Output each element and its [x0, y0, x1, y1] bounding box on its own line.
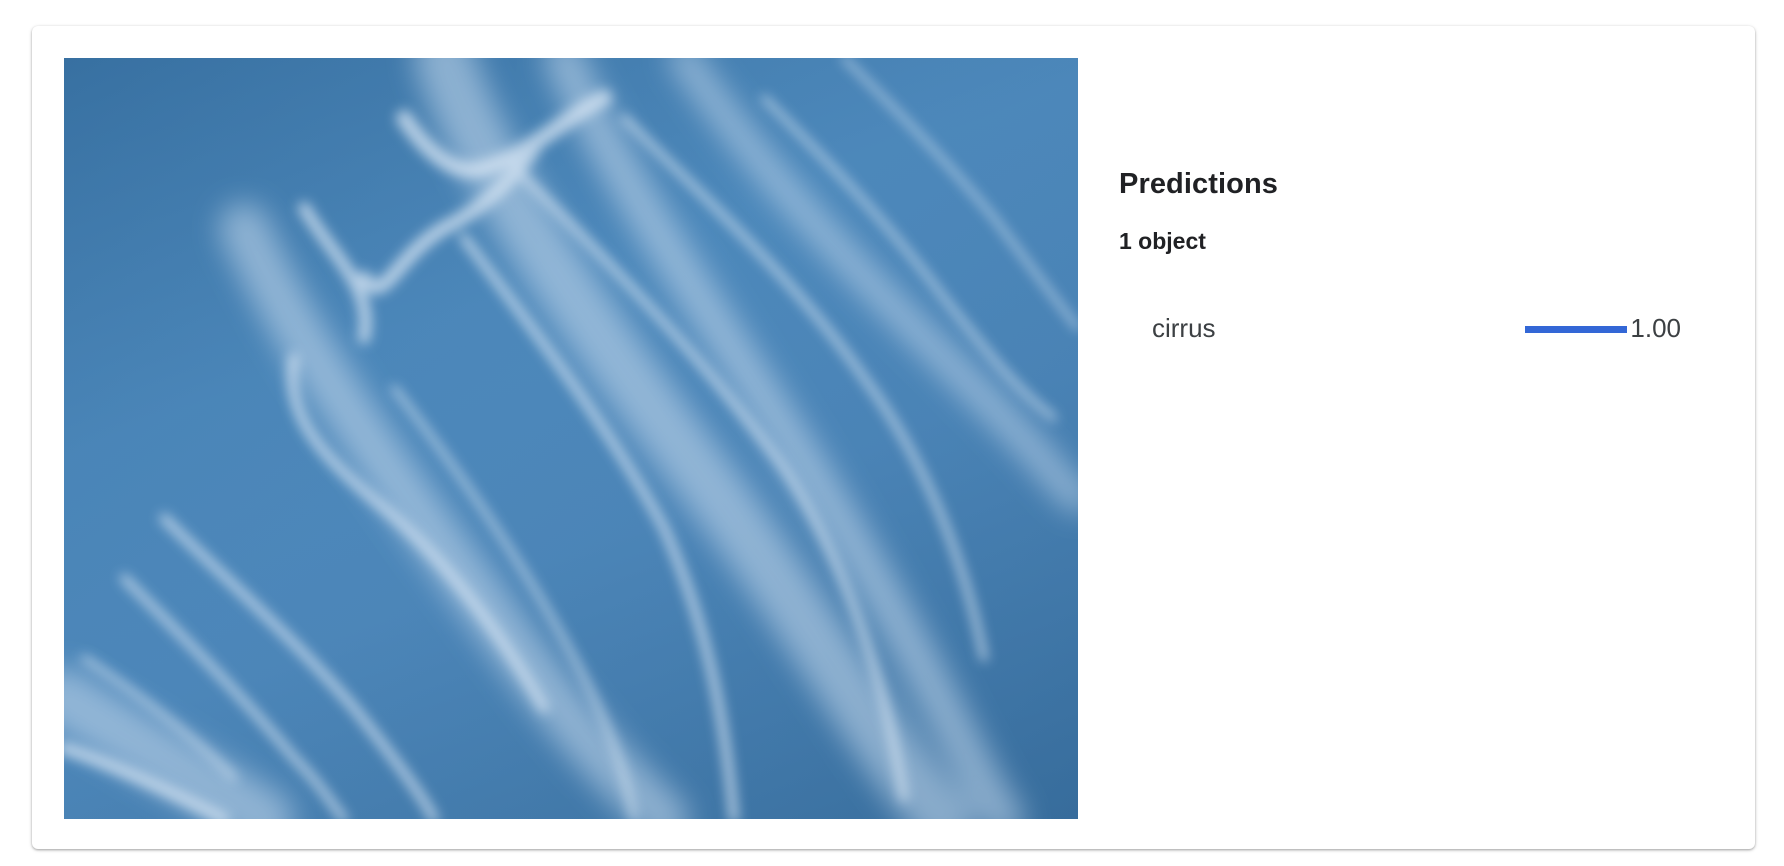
prediction-label: cirrus [1152, 313, 1216, 343]
object-count: 1 object [1119, 228, 1206, 254]
confidence-score: 1.00 [1630, 313, 1681, 343]
prediction-card: Predictions 1 object cirrus 1.00 [32, 26, 1755, 849]
predictions-title: Predictions [1119, 168, 1279, 200]
input-image [64, 58, 1078, 819]
confidence-bar [1525, 326, 1627, 333]
predictions-panel: Predictions 1 object cirrus 1.00 [1119, 58, 1729, 819]
cirrus-sky-photo [64, 58, 1078, 819]
prediction-row[interactable]: cirrus 1.00 [1119, 298, 1729, 356]
confidence-bar-fill [1525, 326, 1627, 333]
